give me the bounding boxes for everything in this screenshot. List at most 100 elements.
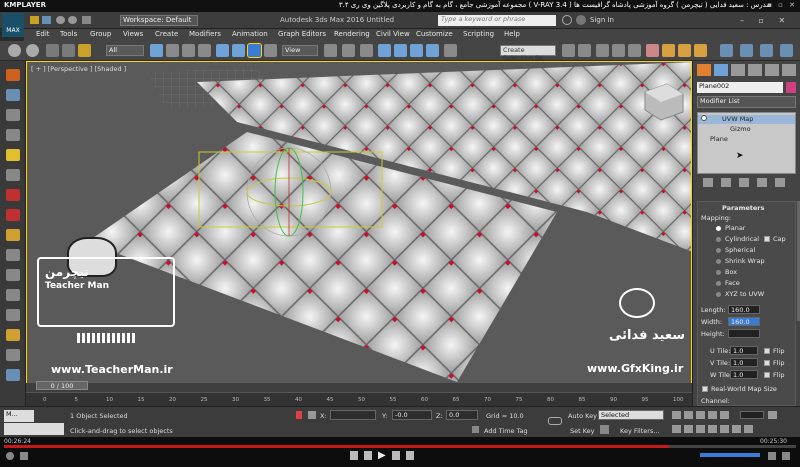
object-paint-icon[interactable] xyxy=(6,169,20,181)
menu-modifiers[interactable]: Modifiers xyxy=(189,30,221,38)
snaps-toggle-icon[interactable] xyxy=(378,44,391,57)
u-flip-checkbox[interactable] xyxy=(764,348,770,354)
width-spinner[interactable]: 160.0 xyxy=(728,317,760,326)
key-filters-button[interactable]: Key Filters... xyxy=(620,427,660,435)
named-selection-icon[interactable] xyxy=(444,44,457,57)
play-icon[interactable] xyxy=(696,411,705,419)
set-key-icon[interactable] xyxy=(600,425,609,434)
modeling-ribbon-icon[interactable] xyxy=(6,69,20,81)
stack-item-gizmo[interactable]: Gizmo xyxy=(730,125,751,133)
scene-explorer-icon[interactable] xyxy=(6,89,20,101)
transform-mode-icon[interactable] xyxy=(308,411,316,419)
hierarchy-tab-icon[interactable] xyxy=(731,64,745,76)
y-coordinate-field[interactable]: -0.0 xyxy=(392,410,432,420)
player-menu-icon[interactable] xyxy=(6,452,14,460)
viewport-label[interactable]: [ + ] [Perspective ] [Shaded ] xyxy=(31,65,126,73)
menu-graph-editors[interactable]: Graph Editors xyxy=(278,30,326,38)
max-window-controls[interactable]: – ▫ ✕ xyxy=(740,16,791,25)
menu-views[interactable]: Views xyxy=(123,30,143,38)
select-by-name-icon[interactable] xyxy=(166,44,179,57)
parameters-title[interactable]: Parameters xyxy=(722,204,764,212)
previous-frame-icon[interactable] xyxy=(684,411,693,419)
render-production-icon[interactable] xyxy=(694,44,707,57)
curve-editor-icon[interactable] xyxy=(612,44,625,57)
window-controls[interactable]: ▪ ▫ ✕ xyxy=(767,1,797,9)
vray-object-icon[interactable] xyxy=(6,189,20,201)
viewport-scene[interactable] xyxy=(27,62,692,404)
select-object-icon[interactable] xyxy=(150,44,163,57)
selection-filter-dropdown[interactable]: All xyxy=(106,45,144,56)
radio-cylindrical[interactable] xyxy=(716,237,721,242)
undo-icon[interactable] xyxy=(8,44,21,57)
vray-frame-buffer-icon[interactable] xyxy=(740,44,753,57)
pyramid-primitive-icon[interactable] xyxy=(6,309,20,321)
vray-light-icon[interactable] xyxy=(760,44,773,57)
modifier-list-dropdown[interactable]: Modifier List xyxy=(697,96,796,108)
undo-icon[interactable] xyxy=(56,16,65,24)
pin-stack-icon[interactable] xyxy=(703,178,713,187)
modifier-stack[interactable]: UVW Map Gizmo Plane ➤ xyxy=(697,112,796,174)
auto-key-button[interactable]: Auto Key xyxy=(568,412,597,420)
key-icon[interactable] xyxy=(548,417,562,425)
cap-checkbox[interactable] xyxy=(764,236,770,242)
place-icon[interactable] xyxy=(264,44,277,57)
zoom-all-icon[interactable] xyxy=(684,425,693,433)
helper-icon[interactable] xyxy=(6,349,20,361)
player-next-icon[interactable] xyxy=(392,451,400,460)
light-lister-icon[interactable] xyxy=(6,149,20,161)
maximize-viewport-icon[interactable] xyxy=(744,425,753,433)
open-file-icon[interactable] xyxy=(30,16,39,24)
v-tile-spinner[interactable]: 1.0 xyxy=(730,358,758,367)
search-input[interactable]: Type a keyword or phrase xyxy=(438,15,556,26)
rotate-icon[interactable] xyxy=(232,44,245,57)
make-unique-icon[interactable] xyxy=(739,178,749,187)
mirror-icon[interactable] xyxy=(562,44,575,57)
material-editor-icon[interactable] xyxy=(646,44,659,57)
display-tab-icon[interactable] xyxy=(765,64,779,76)
configure-sets-icon[interactable] xyxy=(775,178,785,187)
time-tag-icon[interactable] xyxy=(472,426,479,433)
x-coordinate-field[interactable] xyxy=(330,410,376,420)
cone-primitive-icon[interactable] xyxy=(6,289,20,301)
orbit-icon[interactable] xyxy=(732,425,741,433)
move-icon[interactable] xyxy=(216,44,229,57)
quick-access-toolbar[interactable] xyxy=(28,15,116,26)
menu-tools[interactable]: Tools xyxy=(60,30,77,38)
key-selection-dropdown[interactable]: Selected xyxy=(598,410,664,420)
spinner-snap-icon[interactable] xyxy=(426,44,439,57)
real-world-checkbox[interactable] xyxy=(702,386,708,392)
menu-customize[interactable]: Customize xyxy=(416,30,453,38)
object-color-swatch[interactable] xyxy=(786,82,796,93)
object-name-field[interactable]: Plane002 xyxy=(697,82,783,93)
select-link-icon[interactable] xyxy=(46,44,59,57)
save-icon[interactable] xyxy=(42,16,51,24)
player-play-icon[interactable]: ▶ xyxy=(378,451,386,461)
pivot-center-icon[interactable] xyxy=(324,44,337,57)
maxscript-input[interactable] xyxy=(4,423,64,435)
player-settings-icon[interactable] xyxy=(20,452,28,460)
player-volume-slider[interactable] xyxy=(700,453,760,457)
redo-icon[interactable] xyxy=(26,44,39,57)
sign-in-button[interactable]: Sign In xyxy=(590,16,614,24)
player-eject-icon[interactable] xyxy=(406,451,414,460)
time-config-icon[interactable] xyxy=(768,411,777,419)
add-time-tag-button[interactable]: Add Time Tag xyxy=(484,427,528,435)
redo-icon[interactable] xyxy=(68,16,77,24)
zoom-icon[interactable] xyxy=(672,425,681,433)
height-spinner[interactable] xyxy=(728,329,760,338)
remove-modifier-icon[interactable] xyxy=(757,178,767,187)
perspective-viewport[interactable]: [ + ] [Perspective ] [Shaded ] تیچرمن Te… xyxy=(26,61,692,404)
player-speaker-icon[interactable] xyxy=(768,452,776,460)
z-coordinate-field[interactable]: 0.0 xyxy=(446,410,478,420)
w-flip-checkbox[interactable] xyxy=(764,372,770,378)
set-key-button[interactable]: Set Key xyxy=(570,427,595,435)
stack-item-plane[interactable]: Plane xyxy=(710,135,728,143)
current-frame-field[interactable] xyxy=(740,411,764,419)
lock-selection-icon[interactable] xyxy=(296,411,302,419)
vray-toolbar-icon[interactable] xyxy=(720,44,733,57)
container-icon[interactable] xyxy=(6,129,20,141)
lightbulb-icon[interactable] xyxy=(701,115,707,121)
layer-explorer-icon[interactable] xyxy=(596,44,609,57)
player-fullscreen-icon[interactable] xyxy=(782,452,790,460)
motion-tab-icon[interactable] xyxy=(748,64,762,76)
